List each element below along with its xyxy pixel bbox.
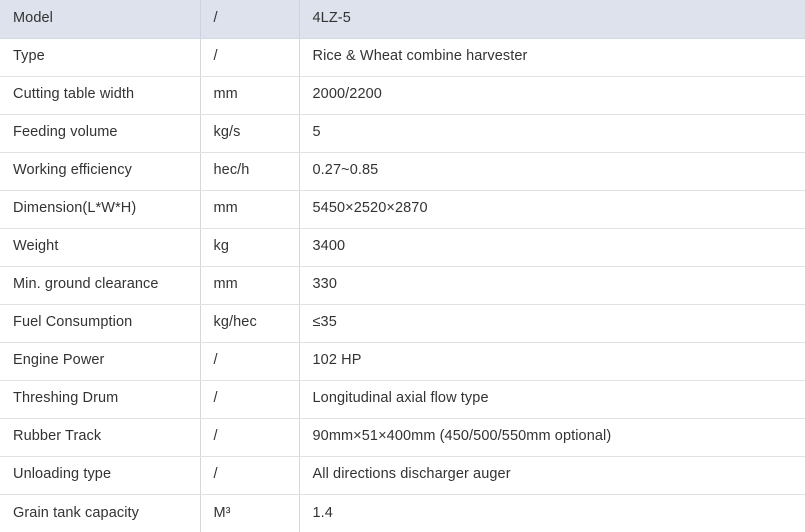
table-row: Model/4LZ-5 [0,0,805,38]
table-row: Fuel Consumptionkg/hec≤35 [0,304,805,342]
cell-parameter: Feeding volume [0,114,200,152]
table-row: Engine Power/102 HP [0,342,805,380]
cell-value: All directions discharger auger [299,456,805,494]
cell-parameter: Engine Power [0,342,200,380]
table-row: Feeding volumekg/s5 [0,114,805,152]
table-row: Grain tank capacityM³1.4 [0,494,805,532]
cell-parameter: Working efficiency [0,152,200,190]
cell-unit: / [200,38,299,76]
cell-parameter: Threshing Drum [0,380,200,418]
cell-value: 5 [299,114,805,152]
cell-unit: / [200,342,299,380]
table-row: Weightkg3400 [0,228,805,266]
table-row: Type/Rice & Wheat combine harvester [0,38,805,76]
table-row: Min. ground clearancemm330 [0,266,805,304]
cell-unit: mm [200,76,299,114]
cell-value: ≤35 [299,304,805,342]
table-row: Rubber Track/90mm×51×400mm (450/500/550m… [0,418,805,456]
cell-value: 90mm×51×400mm (450/500/550mm optional) [299,418,805,456]
cell-value: 330 [299,266,805,304]
cell-parameter: Cutting table width [0,76,200,114]
cell-value: 5450×2520×2870 [299,190,805,228]
cell-value: 3400 [299,228,805,266]
cell-value: 1.4 [299,494,805,532]
cell-unit: kg [200,228,299,266]
specification-table: Model/4LZ-5Type/Rice & Wheat combine har… [0,0,805,532]
cell-unit: kg/hec [200,304,299,342]
cell-parameter: Grain tank capacity [0,494,200,532]
table-row: Unloading type/All directions discharger… [0,456,805,494]
table-row: Threshing Drum/Longitudinal axial flow t… [0,380,805,418]
cell-value: 0.27~0.85 [299,152,805,190]
cell-unit: M³ [200,494,299,532]
table-row: Working efficiencyhec/h0.27~0.85 [0,152,805,190]
cell-unit: kg/s [200,114,299,152]
cell-unit: mm [200,190,299,228]
cell-value: Rice & Wheat combine harvester [299,38,805,76]
cell-parameter: Model [0,0,200,38]
cell-parameter: Fuel Consumption [0,304,200,342]
specification-table-body: Model/4LZ-5Type/Rice & Wheat combine har… [0,0,805,532]
cell-unit: hec/h [200,152,299,190]
cell-unit: / [200,456,299,494]
cell-unit: / [200,418,299,456]
cell-unit: / [200,0,299,38]
cell-parameter: Unloading type [0,456,200,494]
table-row: Dimension(L*W*H)mm5450×2520×2870 [0,190,805,228]
cell-value: 4LZ-5 [299,0,805,38]
cell-unit: mm [200,266,299,304]
cell-parameter: Min. ground clearance [0,266,200,304]
table-row: Cutting table widthmm2000/2200 [0,76,805,114]
cell-value: 2000/2200 [299,76,805,114]
cell-value: Longitudinal axial flow type [299,380,805,418]
cell-parameter: Type [0,38,200,76]
cell-unit: / [200,380,299,418]
cell-parameter: Dimension(L*W*H) [0,190,200,228]
cell-value: 102 HP [299,342,805,380]
cell-parameter: Rubber Track [0,418,200,456]
cell-parameter: Weight [0,228,200,266]
